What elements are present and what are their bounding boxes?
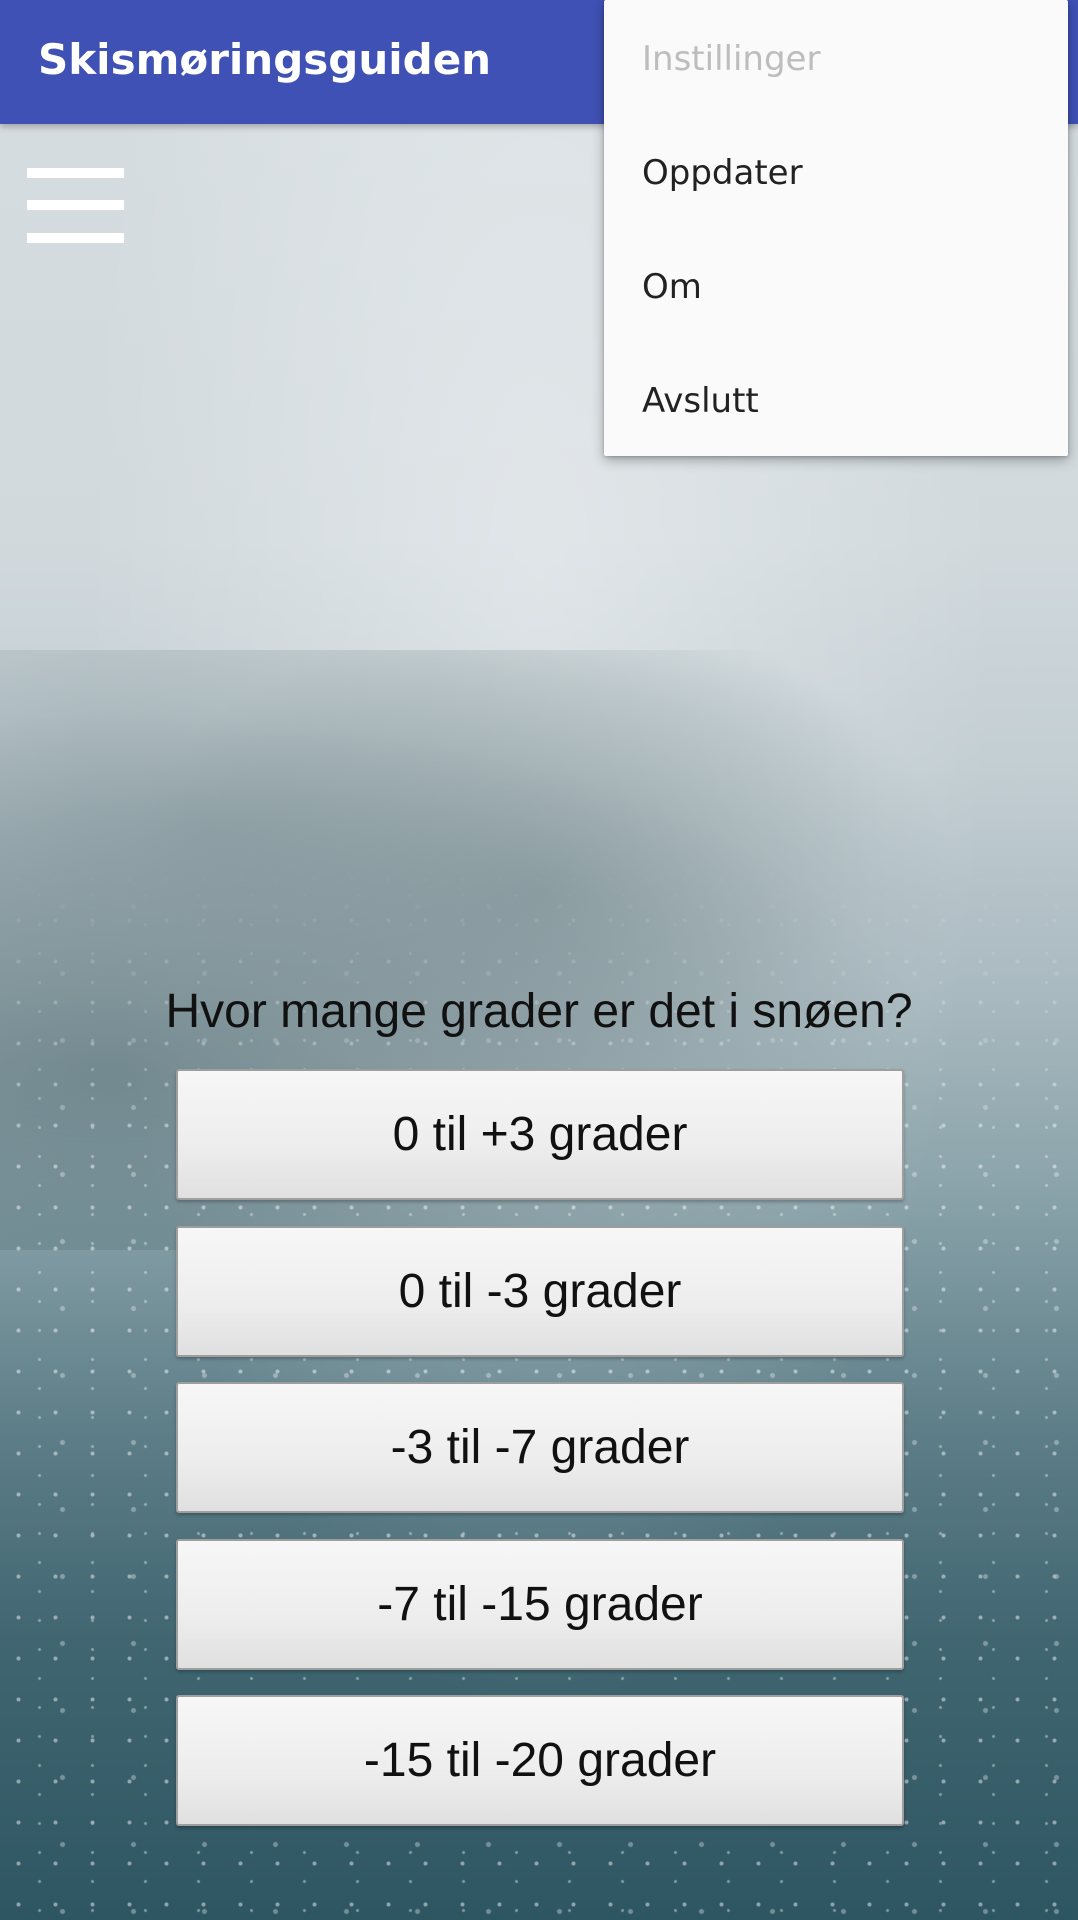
menu-bar-line xyxy=(27,200,124,210)
hamburger-menu-icon[interactable] xyxy=(27,168,124,243)
overflow-menu: Instillinger Oppdater Om Avslutt xyxy=(604,0,1068,456)
temperature-question: Hvor mange grader er det i snøen? xyxy=(165,985,913,1038)
option-button-minus3-to-minus7[interactable]: -3 til -7 grader xyxy=(176,1382,904,1513)
app-title: Skismøringsguiden xyxy=(38,35,492,84)
menu-item-about[interactable]: Om xyxy=(604,230,1068,344)
menu-bar-line xyxy=(27,168,124,178)
menu-item-settings: Instillinger xyxy=(642,39,821,79)
menu-bar-line xyxy=(27,233,124,243)
option-button-0-to-minus3[interactable]: 0 til -3 grader xyxy=(176,1226,904,1357)
option-button-minus7-to-minus15[interactable]: -7 til -15 grader xyxy=(176,1539,904,1670)
menu-item-refresh[interactable]: Oppdater xyxy=(604,116,1068,230)
option-button-minus15-to-minus20[interactable]: -15 til -20 grader xyxy=(176,1695,904,1826)
menu-item-exit[interactable]: Avslutt xyxy=(604,344,1068,458)
option-button-0-to-plus3[interactable]: 0 til +3 grader xyxy=(176,1069,904,1200)
